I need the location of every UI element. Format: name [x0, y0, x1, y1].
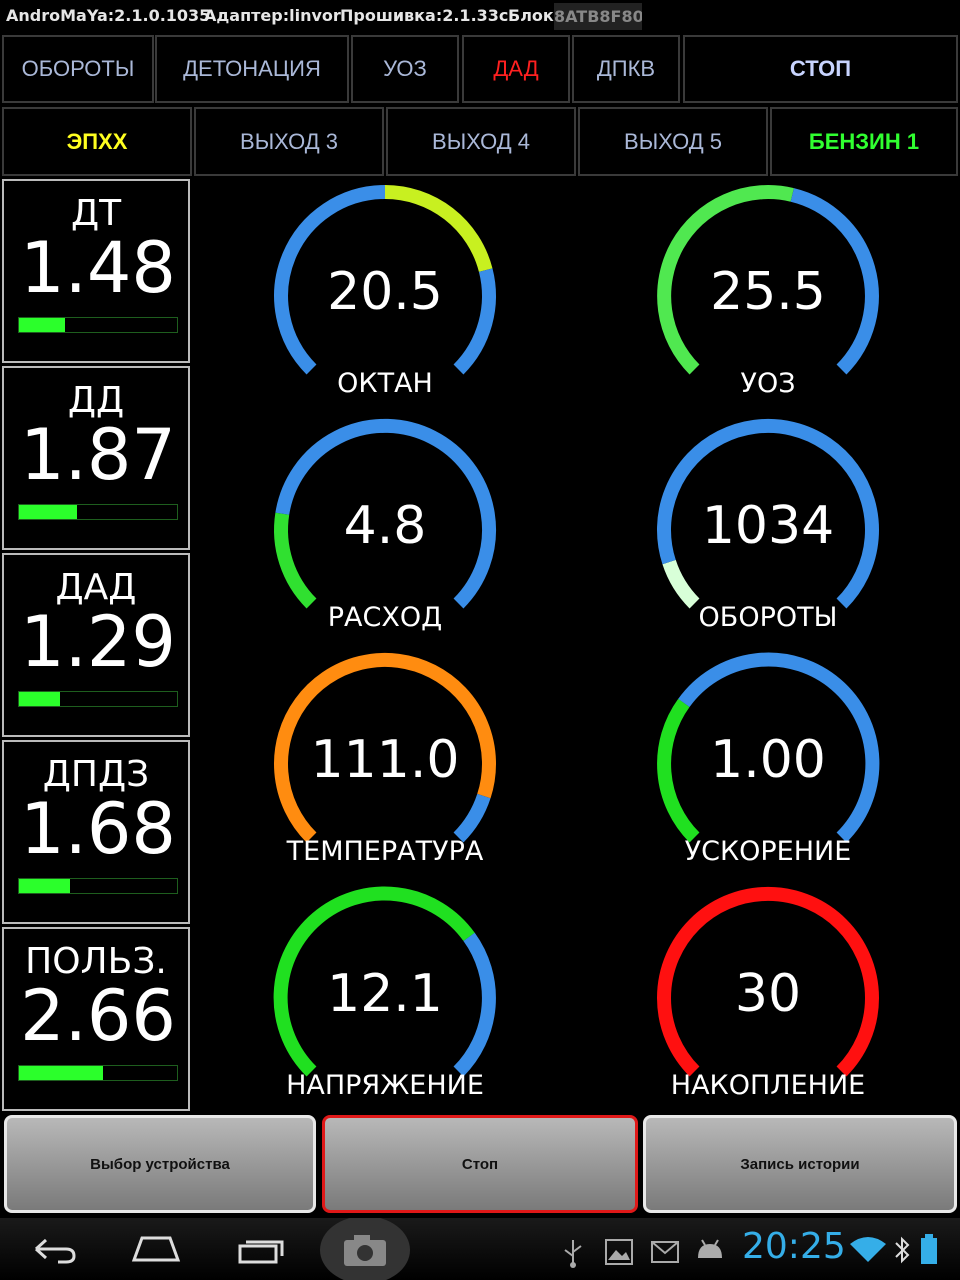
gauge-label: НАКОПЛЕНИЕ — [670, 1070, 866, 1101]
sensor-card[interactable]: ДПДЗ 1.68 — [2, 740, 190, 924]
sensor-level-bar — [18, 504, 178, 520]
gauge-value: 111.0 — [310, 730, 460, 790]
tab-row1-3[interactable]: ДАД — [462, 35, 570, 103]
sensor-value: 1.29 — [20, 601, 176, 683]
stop-button[interactable]: Стоп — [322, 1115, 638, 1213]
screenshot-camera-icon[interactable] — [320, 1218, 410, 1280]
tab-row2-2[interactable]: ВЫХОД 4 — [386, 107, 576, 176]
select-device-button[interactable]: Выбор устройства — [4, 1115, 316, 1213]
clock: 20:25 — [742, 1226, 846, 1267]
sensor-card[interactable]: ДД 1.87 — [2, 366, 190, 550]
sensor-value: 2.66 — [20, 975, 176, 1057]
gauge[interactable]: 4.8 РАСХОД — [270, 412, 500, 642]
tab-row1-2[interactable]: УОЗ — [351, 35, 459, 103]
sensor-card[interactable]: ПОЛЬЗ. 2.66 — [2, 927, 190, 1111]
tab-row1-0[interactable]: ОБОРОТЫ — [2, 35, 154, 103]
gauge[interactable]: 1034 ОБОРОТЫ — [653, 412, 883, 642]
gauge[interactable]: 20.5 ОКТАН — [270, 178, 500, 408]
firmware-info: Прошивка:2.1.33c — [340, 6, 509, 25]
gauge-value: 30 — [734, 964, 802, 1024]
tab-row2-1[interactable]: ВЫХОД 3 — [194, 107, 384, 176]
sensor-card[interactable]: ДТ 1.48 — [2, 179, 190, 363]
gauge-label: ТЕМПЕРАТУРА — [286, 836, 484, 867]
sensor-value: 1.48 — [20, 227, 176, 309]
gauge-arc-segment — [384, 185, 493, 272]
block-id-redacted: 8ATB8F80 — [554, 3, 642, 30]
gauge-label: РАСХОД — [327, 602, 443, 633]
usb-icon — [564, 1240, 582, 1268]
block-info: Блок: — [508, 6, 561, 25]
sensor-level-fill — [19, 505, 78, 519]
gallery-icon — [605, 1239, 633, 1265]
gauge-value: 12.1 — [327, 964, 443, 1024]
sensor-level-fill — [19, 1066, 103, 1080]
gauge-value: 4.8 — [343, 496, 427, 556]
tab-row2-3[interactable]: ВЫХОД 5 — [578, 107, 768, 176]
sensor-value: 1.87 — [20, 414, 176, 496]
tab-row2-0[interactable]: ЭПХХ — [2, 107, 192, 176]
sensor-level-bar — [18, 878, 178, 894]
gauge-label: НАПРЯЖЕНИЕ — [286, 1070, 484, 1101]
gauge[interactable]: 30 НАКОПЛЕНИЕ — [653, 880, 883, 1110]
sensor-level-fill — [19, 692, 61, 706]
gauge[interactable]: 1.00 УСКОРЕНИЕ — [653, 646, 883, 876]
back-icon[interactable] — [28, 1234, 78, 1264]
gauge-value: 1034 — [701, 496, 835, 556]
bluetooth-icon — [895, 1236, 910, 1264]
tab-row1-5[interactable]: СТОП — [683, 35, 958, 103]
sensor-value: 1.68 — [20, 788, 176, 870]
wifi-icon — [850, 1237, 886, 1262]
battery-icon — [921, 1234, 937, 1264]
adapter-info: Адаптер:linvor — [204, 6, 341, 25]
gauge-value: 1.00 — [710, 730, 826, 790]
gauge-label: ОКТАН — [337, 368, 433, 399]
app-version: AndroMaYa:2.1.0.1035 — [6, 6, 211, 25]
tab-row1-4[interactable]: ДПКВ — [572, 35, 680, 103]
sensor-level-fill — [19, 879, 70, 893]
sensor-level-bar — [18, 691, 178, 707]
gauge-arc-segment — [453, 793, 491, 843]
sensor-level-fill — [19, 318, 65, 332]
recent-apps-icon[interactable] — [236, 1232, 286, 1266]
gauge-arc-segment — [662, 559, 700, 609]
gauge[interactable]: 12.1 НАПРЯЖЕНИЕ — [270, 880, 500, 1110]
sensor-level-bar — [18, 317, 178, 333]
sensor-level-bar — [18, 1065, 178, 1081]
gauge-label: ОБОРОТЫ — [698, 602, 838, 633]
tab-row1-1[interactable]: ДЕТОНАЦИЯ — [155, 35, 349, 103]
record-history-button[interactable]: Запись истории — [643, 1115, 957, 1213]
sensor-card[interactable]: ДАД 1.29 — [2, 553, 190, 737]
gauge[interactable]: 25.5 УОЗ — [653, 178, 883, 408]
home-icon[interactable] — [130, 1232, 182, 1266]
gauge[interactable]: 111.0 ТЕМПЕРАТУРА — [270, 646, 500, 876]
gauge-value: 25.5 — [710, 262, 826, 322]
tab-row2-4[interactable]: БЕНЗИН 1 — [770, 107, 958, 176]
android-debug-icon — [698, 1239, 722, 1258]
gmail-icon — [651, 1241, 679, 1263]
app-title-bar: AndroMaYa:2.1.0.1035 Адаптер:linvor Прош… — [0, 0, 960, 32]
gauge-label: УСКОРЕНИЕ — [684, 836, 852, 867]
gauge-label: УОЗ — [740, 368, 796, 399]
gauge-value: 20.5 — [327, 262, 443, 322]
